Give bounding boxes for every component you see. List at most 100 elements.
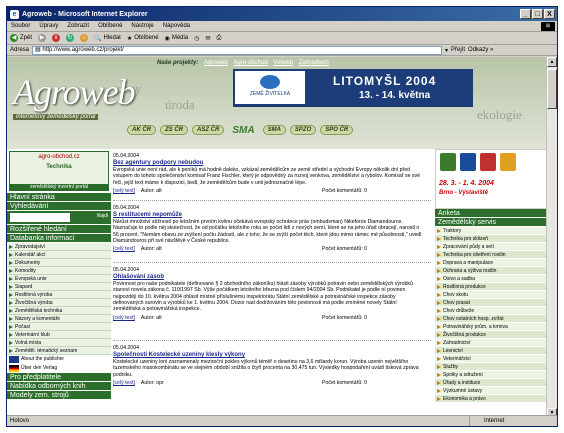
menu-help[interactable]: Nápověda (163, 23, 190, 29)
maximize-button[interactable]: □ (532, 9, 543, 19)
media-button[interactable]: ◉ Média (165, 35, 189, 42)
close-button[interactable]: X (544, 9, 555, 19)
nav-search[interactable]: Vyhledávání (7, 202, 111, 211)
project-link-agroweb[interactable]: Agroweb (204, 60, 228, 66)
service-item[interactable]: Chov skotu (435, 291, 547, 299)
refresh-button[interactable]: ↻ (66, 34, 75, 42)
nav-zs-cr[interactable]: ZS ČR (160, 125, 188, 135)
databank-item[interactable]: Zemědělská technika (7, 307, 111, 315)
databank-item[interactable]: Rostlinná výroba (7, 291, 111, 299)
service-item[interactable]: Chov drůbeže (435, 307, 547, 315)
home-button[interactable]: ⌂ (80, 34, 89, 42)
favorites-button[interactable]: ★ Oblíbené (127, 35, 159, 42)
menu-favorites[interactable]: Oblíbené (98, 23, 122, 29)
service-item[interactable]: Ekonomika a právo (435, 395, 547, 403)
service-item[interactable]: Chov prasat (435, 299, 547, 307)
stop-button[interactable]: x (52, 34, 61, 42)
vertical-scrollbar[interactable]: ▲ ▼ (546, 57, 557, 418)
service-item[interactable]: Lesnictví (435, 347, 547, 355)
service-item[interactable]: Služby (435, 363, 547, 371)
search-input[interactable] (10, 213, 70, 222)
full-text-link[interactable]: [celý text] (113, 315, 135, 321)
minimize-button[interactable]: _ (520, 9, 531, 19)
service-item[interactable]: Doprava a manipulace (435, 259, 547, 267)
nav-subscribers[interactable]: Pro předplatitele (7, 373, 111, 382)
history-button[interactable]: ◷ (194, 35, 199, 42)
nav-sma-logo[interactable]: SMA (228, 124, 258, 137)
nav-asz-cr[interactable]: ASZ ČR (192, 125, 225, 135)
service-item[interactable]: Chov ostatních hosp. zvířat (435, 315, 547, 323)
menu-view[interactable]: Zobrazit (67, 23, 89, 29)
service-item[interactable]: Technika pro sklizeň (435, 235, 547, 243)
service-item[interactable]: Traktory (435, 227, 547, 235)
menu-file[interactable]: Soubor (11, 23, 30, 29)
full-text-link[interactable]: [celý text] (113, 380, 135, 386)
search-submit-button[interactable]: Najdi (97, 213, 108, 219)
databank-item[interactable]: Zeměděl. tématický seznam (7, 347, 111, 355)
about-publisher-link[interactable]: About the publisher (7, 355, 111, 364)
project-link-vetweb[interactable]: Vetweb (273, 60, 293, 66)
links-button[interactable]: Odkazy » (468, 47, 493, 53)
fair-banner[interactable]: 28. 3. - 1. 4. 2004 Brno - Výstaviště (435, 149, 547, 209)
service-item[interactable]: Spolky a sdružení (435, 371, 547, 379)
databank-item[interactable]: Volná místa (7, 339, 111, 347)
databank-item[interactable]: Siapard (7, 283, 111, 291)
databank-item[interactable]: Komodity (7, 267, 111, 275)
databank-item[interactable]: Zpravodajství (7, 243, 111, 251)
nav-databank[interactable]: Databanka informací (7, 234, 111, 243)
databank-item[interactable]: Dokumenty (7, 259, 111, 267)
service-item[interactable]: Technika pro ošetření rostlin (435, 251, 547, 259)
project-link-zahradweb[interactable]: Zahradweb (299, 60, 329, 66)
back-button[interactable]: ◀ Zpět (10, 34, 32, 42)
service-item[interactable]: Potravinářský prům. a krmiva (435, 323, 547, 331)
fair-logo-icon (480, 153, 496, 171)
service-item[interactable]: Rostlinná produkce (435, 283, 547, 291)
mail-button[interactable]: ✉ (205, 35, 210, 42)
databank-item[interactable]: Evropská unie (7, 275, 111, 283)
service-item[interactable]: Zpracování půdy a setí (435, 243, 547, 251)
scroll-thumb[interactable] (547, 69, 557, 109)
service-item[interactable]: Živočišná produkce (435, 331, 547, 339)
scroll-up-icon[interactable]: ▲ (547, 57, 557, 67)
service-item[interactable]: Veterinářství (435, 355, 547, 363)
databank-item[interactable]: Živočišná výroba (7, 299, 111, 307)
nav-sma[interactable]: SMA (262, 125, 286, 135)
url-field[interactable]: ▤ http://www.agroweb.cz/projekt/ (32, 45, 443, 55)
nav-advanced-search[interactable]: Rozšířené hledání (7, 225, 111, 234)
project-link-agro-obchod[interactable]: Agro-obchod (233, 60, 267, 66)
full-text-link[interactable]: [celý text] (113, 188, 135, 194)
databank-item[interactable]: Názory a komentáře (7, 315, 111, 323)
nav-models[interactable]: Modely zem. strojů (7, 391, 111, 400)
star-icon: ★ (126, 35, 133, 42)
nav-spo-cr[interactable]: SPO ČR (320, 125, 354, 135)
poll-header[interactable]: Anketa (435, 209, 547, 218)
title-bar: e Agroweb - Microsoft Internet Explorer … (7, 7, 557, 21)
nav-spzo[interactable]: SPZO (289, 125, 317, 135)
article-author: Autor: opr (140, 380, 164, 387)
nav-home[interactable]: Hlavní stránka (7, 193, 111, 202)
search-button[interactable]: 🔍 Hledat (94, 35, 121, 42)
service-item[interactable]: Zahradnictví (435, 339, 547, 347)
full-text-link[interactable]: [celý text] (113, 246, 135, 252)
databank-item[interactable]: Veterinární klub (7, 331, 111, 339)
databank-item[interactable]: Kalendář akcí (7, 251, 111, 259)
nav-ak-cr[interactable]: AK ČR (127, 125, 156, 135)
go-button[interactable]: Přejít (451, 47, 465, 53)
menu-tools[interactable]: Nástroje (131, 23, 153, 29)
service-item[interactable]: Ochrana a výživa rostlin (435, 267, 547, 275)
event-banner[interactable]: ZEMĚ ŽIVITELKA LITOMYŠL 2004 13. - 14. k… (233, 69, 473, 107)
databank-item[interactable]: Počasí (7, 323, 111, 331)
service-item[interactable]: Osivo a sadba (435, 275, 547, 283)
forward-button[interactable]: ▶ (38, 34, 47, 42)
service-item[interactable]: Úřady a instituce (435, 379, 547, 387)
promo-box[interactable]: agro-obchod.cz Technika zemědělský inzer… (9, 151, 109, 191)
nav-books[interactable]: Nabídka odborných knih (7, 382, 111, 391)
print-icon: ⎙ (216, 34, 222, 41)
print-button[interactable]: ⎙ (216, 35, 221, 42)
service-item[interactable]: Výzkumné ústavy (435, 387, 547, 395)
uber-verlag-link[interactable]: Über den Verlag (7, 364, 111, 373)
dropdown-icon[interactable]: ▾ (445, 47, 448, 54)
menu-edit[interactable]: Úpravy (39, 23, 58, 29)
site-logo[interactable]: Agroweb (13, 71, 136, 113)
ie-icon: e (10, 9, 19, 19)
